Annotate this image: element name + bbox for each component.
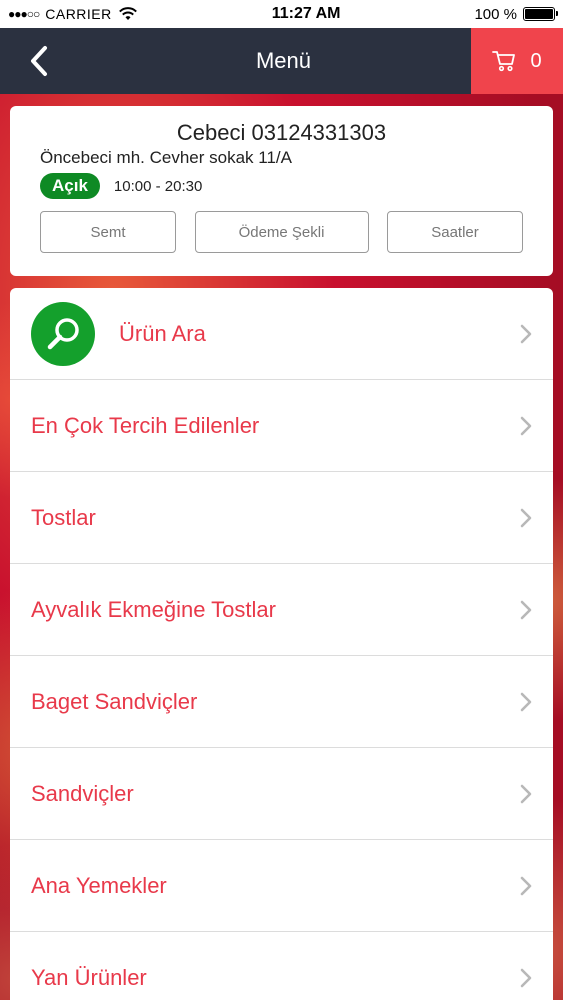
store-card-buttons: Semt Ödeme Şekli Saatler bbox=[40, 211, 523, 253]
district-button[interactable]: Semt bbox=[40, 211, 176, 253]
cart-button[interactable]: 0 bbox=[471, 28, 563, 94]
menu-item-label: Ana Yemekler bbox=[31, 872, 167, 898]
menu-item-ayvalik-toasts[interactable]: Ayvalık Ekmeğine Tostlar bbox=[10, 564, 553, 656]
menu-item-search[interactable]: Ürün Ara bbox=[10, 288, 553, 380]
chevron-right-icon bbox=[520, 416, 532, 435]
battery-icon bbox=[523, 7, 558, 21]
wifi-icon bbox=[118, 7, 138, 21]
menu-item-sandwiches[interactable]: Sandviçler bbox=[10, 748, 553, 840]
open-status-badge: Açık bbox=[40, 173, 100, 199]
menu-item-toasts[interactable]: Tostlar bbox=[10, 472, 553, 564]
carrier-name: CARRIER bbox=[45, 6, 112, 22]
store-info-card: Cebeci 03124331303 Öncebeci mh. Cevher s… bbox=[10, 106, 553, 276]
menu-item-most-preferred[interactable]: En Çok Tercih Edilenler bbox=[10, 380, 553, 472]
payment-method-button[interactable]: Ödeme Şekli bbox=[194, 211, 369, 253]
menu-item-label: Tostlar bbox=[31, 504, 96, 530]
menu-item-label: Ayvalık Ekmeğine Tostlar bbox=[31, 596, 276, 622]
store-address: Öncebeci mh. Cevher sokak 11/A bbox=[40, 148, 292, 167]
page-title: Menü bbox=[0, 28, 471, 94]
menu-category-list: Ürün Ara En Çok Tercih Edilenler Tostlar… bbox=[10, 288, 553, 1000]
menu-item-label: Sandviçler bbox=[31, 780, 134, 806]
chevron-right-icon bbox=[520, 876, 532, 895]
chevron-right-icon bbox=[520, 508, 532, 527]
status-left: ●●●○○ CARRIER bbox=[8, 6, 138, 22]
signal-strength: ●●●○○ bbox=[8, 7, 40, 21]
store-status-row: Açık 10:00 - 20:30 bbox=[40, 173, 523, 199]
chevron-right-icon bbox=[520, 692, 532, 711]
chevron-right-icon bbox=[520, 784, 532, 803]
menu-item-label: Ürün Ara bbox=[119, 320, 206, 346]
store-name: Cebeci 03124331303 bbox=[176, 120, 387, 145]
menu-item-label: Baget Sandviçler bbox=[31, 688, 198, 714]
menu-item-label: Yan Ürünler bbox=[31, 964, 147, 990]
chevron-right-icon bbox=[520, 324, 532, 343]
status-bar: ●●●○○ CARRIER 11:27 AM 100 % bbox=[0, 0, 563, 28]
cart-icon bbox=[492, 51, 516, 72]
menu-item-label: En Çok Tercih Edilenler bbox=[31, 412, 260, 438]
chevron-right-icon bbox=[520, 968, 532, 987]
opening-hours: 10:00 - 20:30 bbox=[113, 177, 203, 195]
navigation-bar: Menü 0 bbox=[0, 28, 563, 94]
menu-item-baguette-sandwiches[interactable]: Baget Sandviçler bbox=[10, 656, 553, 748]
status-right: 100 % bbox=[474, 5, 558, 23]
chevron-right-icon bbox=[520, 600, 532, 619]
menu-item-side-products[interactable]: Yan Ürünler bbox=[10, 932, 553, 1000]
page-title-text: Menü bbox=[255, 48, 312, 73]
status-time: 11:27 AM bbox=[271, 5, 341, 22]
cart-count: 0 bbox=[530, 49, 542, 72]
battery-percent: 100 % bbox=[474, 5, 517, 23]
menu-item-main-dishes[interactable]: Ana Yemekler bbox=[10, 840, 553, 932]
hours-button[interactable]: Saatler bbox=[387, 211, 523, 253]
search-icon bbox=[31, 301, 95, 366]
